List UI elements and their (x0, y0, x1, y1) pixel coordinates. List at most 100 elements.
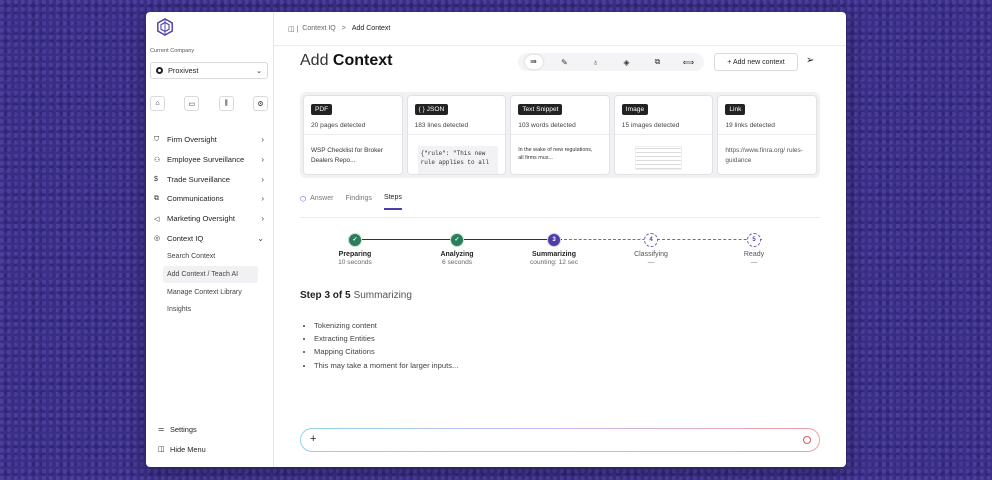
company-icon (156, 67, 163, 74)
card-json[interactable]: { } JSON 183 lines detected {"rule": "Th… (406, 95, 507, 175)
image-thumbnail (634, 146, 682, 170)
step-number: 5 (747, 233, 761, 247)
hide-menu-link[interactable]: ◫ Hide Menu (158, 439, 206, 459)
sidebar-item-context-iq[interactable]: ◎ Context IQ ⌄ (150, 228, 268, 248)
card-divider (407, 134, 506, 135)
breadcrumb-parent[interactable]: Context IQ (302, 25, 335, 32)
logo-small-icon: ⬡ (300, 195, 307, 203)
card-divider (718, 134, 816, 135)
hide-menu-label: Hide Menu (170, 444, 206, 454)
step-heading: Step 3 of 5 Summarizing (300, 290, 412, 301)
sidebar-item-label: Trade Surveillance (167, 174, 231, 184)
step-status: counting: 12 sec (529, 259, 579, 266)
subnav-add-context[interactable]: Add Context / Teach AI (163, 265, 258, 284)
sidebar-item-communications[interactable]: ⧉ Communications › (150, 189, 268, 209)
card-pdf[interactable]: PDF 20 pages detected WSP Checklist for … (303, 95, 403, 175)
bulb-icon[interactable]: ♁ (587, 58, 605, 67)
step-heading-light: Summarizing (353, 290, 412, 301)
library-icon[interactable]: ⫼ (218, 96, 234, 111)
subnav-manage-library[interactable]: Manage Context Library (150, 283, 268, 301)
record-icon[interactable] (803, 436, 811, 444)
card-meta: 19 links detected (725, 122, 775, 129)
step-number: 3 (547, 233, 561, 247)
step-number: 4 (644, 233, 658, 247)
add-new-context-button[interactable]: + Add new context (714, 53, 798, 71)
card-divider (304, 134, 402, 135)
step-name: Summarizing (532, 251, 576, 258)
send-icon[interactable]: ➢ (806, 55, 814, 66)
card-text-snippet[interactable]: Text Snippet 103 words detected In the w… (510, 95, 610, 175)
list-icon[interactable]: ⇛ (524, 55, 543, 69)
quick-actions: ⌂ ▭ ⫼ ⚙ (150, 96, 268, 111)
chevron-right-icon: › (261, 155, 264, 165)
step-summarizing: 3 Summarizing counting: 12 sec (514, 230, 594, 266)
calendar-icon[interactable]: ▭ (184, 96, 200, 111)
card-preview: WSP Checklist for Broker Dealers Repo... (311, 147, 383, 164)
home-icon[interactable]: ⌂ (150, 96, 165, 111)
layers-icon[interactable]: ◈ (618, 58, 636, 67)
subnav-insights[interactable]: Insights (150, 301, 268, 319)
card-tag: Text Snippet (518, 104, 563, 115)
company-label: Current Company (150, 48, 195, 54)
step-ready: 5 Ready — (714, 230, 794, 266)
chat-input[interactable]: + (300, 428, 820, 452)
settings-link[interactable]: ⚌ Settings (158, 419, 206, 439)
sidebar-item-label: Communications (167, 194, 224, 204)
step-classifying: 4 Classifying — (611, 230, 691, 266)
move-icon[interactable]: ⟺ (680, 58, 698, 67)
step-status: 10 seconds (338, 259, 372, 266)
edit-icon[interactable]: ✎ (556, 58, 574, 67)
sidebar-item-label: Employee Surveillance (167, 155, 245, 165)
sidebar-item-label: Firm Oversight (167, 135, 217, 145)
breadcrumb: ◫ | Context IQ > Add Context (274, 12, 846, 46)
list-item: Extracting Entities (314, 332, 458, 345)
step-heading-bold: Step 3 of 5 (300, 290, 351, 301)
settings-label: Settings (170, 424, 197, 434)
card-meta: 20 pages detected (311, 122, 366, 129)
sidebar-item-employee-surveillance[interactable]: ⚇ Employee Surveillance › (150, 150, 268, 170)
sidebar-item-trade-surveillance[interactable]: $ Trade Surveillance › (150, 169, 268, 189)
step-name: Classifying (634, 251, 668, 258)
card-divider (511, 134, 609, 135)
tab-steps[interactable]: Steps (383, 194, 402, 210)
card-tag: Image (621, 104, 649, 115)
sliders-icon: ⚌ (158, 426, 165, 433)
step-analyzing: ✓ Analyzing 6 seconds (417, 230, 497, 266)
sidebar-item-marketing-oversight[interactable]: ◁ Marketing Oversight › (150, 209, 268, 229)
plus-icon[interactable]: + (310, 433, 316, 445)
panel-toggle-icon[interactable]: ◫ | (288, 25, 298, 33)
sidebar: Current Company Proxivest ⌄ ⌂ ▭ ⫼ ⚙ ⛉ Fi… (146, 12, 274, 467)
company-select[interactable]: Proxivest ⌄ (150, 62, 268, 79)
sidebar-item-firm-oversight[interactable]: ⛉ Firm Oversight › (150, 130, 268, 150)
tab-divider (300, 217, 820, 218)
card-tag: { } JSON (414, 104, 449, 115)
result-tabs: ⬡ Answer Findings Steps (300, 194, 402, 210)
breadcrumb-current: Add Context (351, 25, 391, 32)
list-item: Mapping Citations (314, 345, 458, 358)
card-tag: PDF (311, 104, 333, 115)
view-toolbar: ⇛ ✎ ♁ ◈ ⧉ ⟺ (518, 53, 704, 71)
app-window: Current Company Proxivest ⌄ ⌂ ▭ ⫼ ⚙ ⛉ Fi… (146, 12, 846, 467)
chevron-down-icon: ⌄ (257, 233, 264, 243)
chevron-right-icon: › (261, 135, 264, 145)
subnav-search-context[interactable]: Search Context (150, 248, 268, 266)
tab-findings[interactable]: Findings (345, 194, 371, 210)
card-preview: In the wake of new regulations, all firm… (518, 147, 593, 161)
card-divider (614, 134, 713, 135)
card-preview: {"rule": "This new rule applies to all (417, 146, 498, 174)
app-logo-icon[interactable] (156, 18, 174, 36)
card-preview: https://www.finra.org/ rules-guidance (725, 147, 803, 164)
context-cards: PDF 20 pages detected WSP Checklist for … (300, 92, 820, 178)
check-icon: ✓ (450, 233, 464, 247)
chat-icon: ⧉ (154, 194, 159, 202)
list-item: Tokenizing content (314, 319, 458, 332)
chevron-right-icon: › (261, 214, 264, 224)
tab-answer[interactable]: ⬡ Answer (300, 194, 333, 210)
settings-gear-icon[interactable]: ⚙ (252, 96, 268, 111)
sidebar-item-label: Context IQ (167, 233, 204, 243)
progress-stepper: ✓ Preparing 10 seconds ✓ Analyzing 6 sec… (312, 230, 792, 280)
chat-icon[interactable]: ⧉ (649, 57, 667, 67)
card-link[interactable]: Link 19 links detected https://www.finra… (717, 95, 817, 175)
card-meta: 103 words detected (518, 122, 576, 129)
card-image[interactable]: Image 15 images detected (613, 95, 714, 175)
